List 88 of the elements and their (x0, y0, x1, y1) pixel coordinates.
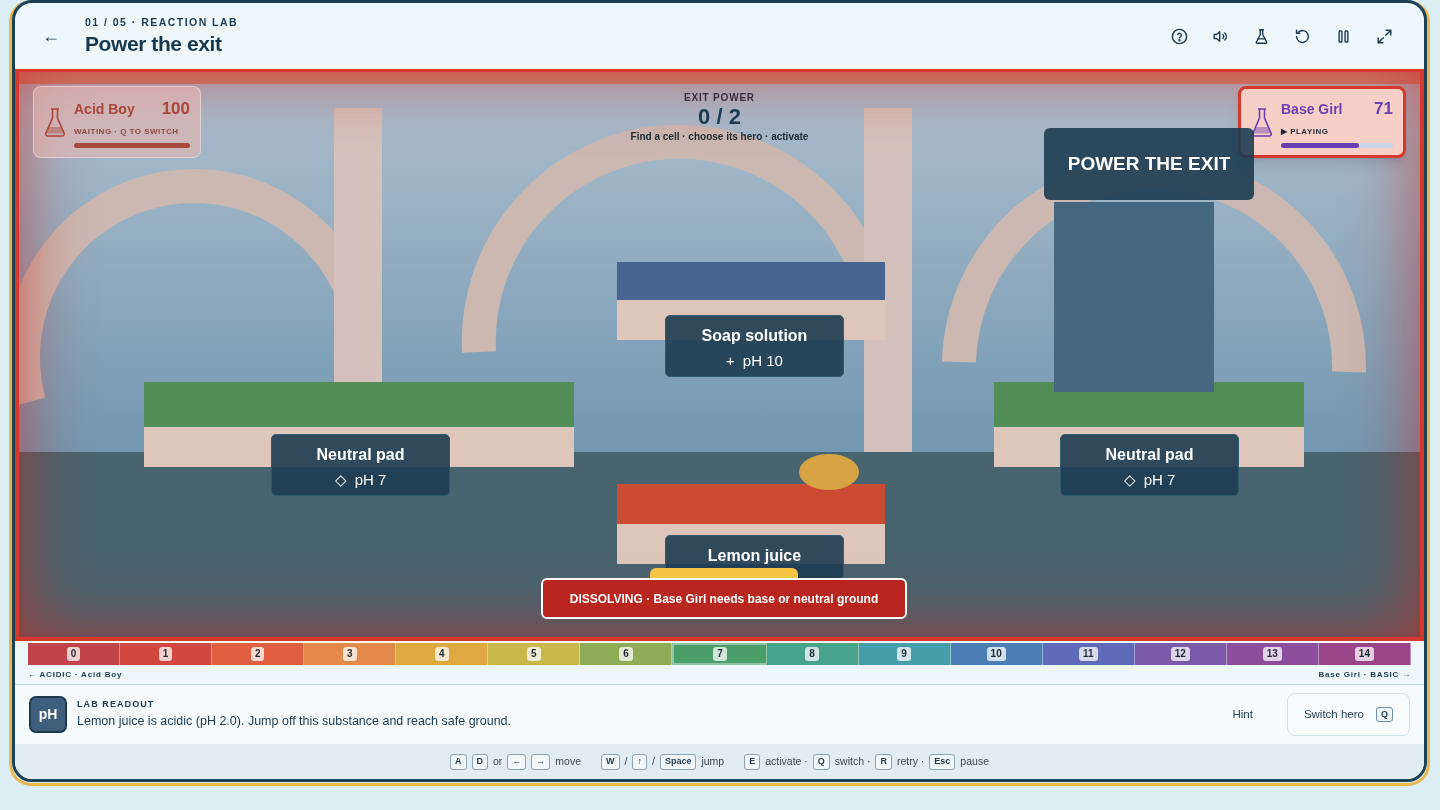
key-cap: E (744, 753, 761, 770)
ph-symbol: + (726, 351, 735, 371)
hero-card[interactable]: Base Girl 71 ▶ PLAYING (1238, 86, 1406, 158)
key-hint: or (493, 753, 503, 769)
ph-number: 7 (713, 647, 727, 661)
ph-cell[interactable]: 0 (28, 643, 121, 665)
objective-hint: Find a cell · choose its hero · activate (630, 130, 809, 144)
key-hint: jump (701, 753, 725, 769)
expand-icon (1374, 26, 1394, 46)
ph-number: 14 (1354, 647, 1374, 661)
readout-title: LAB READOUT (77, 698, 156, 712)
platform-name: Neutral pad (1105, 445, 1194, 465)
key-hint: pause (960, 753, 989, 769)
ph-symbol: ◇ (1123, 470, 1136, 490)
ph-number: 1 (158, 647, 173, 661)
hero-card[interactable]: Acid Boy 100 WAITING · Q TO SWITCH (33, 86, 201, 158)
ph-number: 12 (1170, 647, 1190, 661)
key-cap: A (450, 753, 467, 770)
ph-symbol: ◇ (334, 470, 347, 490)
scale-label: Base Girl · BASIC → (1318, 668, 1411, 681)
key-cap: Esc (929, 753, 956, 770)
key-cap: Space (659, 753, 697, 770)
switch-hero-button[interactable]: Switch hero Q (1286, 693, 1410, 736)
ph-number: 4 (435, 647, 449, 661)
hero-status: ▶ PLAYING (1281, 125, 1330, 138)
alert-banner: DISSOLVING · Base Girl needs base or neutral ground (541, 578, 907, 619)
hero-name: Base Girl (1281, 100, 1343, 120)
ph-cell[interactable]: 8 (766, 643, 859, 665)
hero-score: 71 (1374, 98, 1393, 121)
platform-name: Soap solution (701, 326, 808, 346)
readout-text: Lemon juice is acidic (pH 2.0). Jump off this substance and reach safe ground. (77, 712, 512, 730)
key-cap: Q (812, 753, 830, 770)
ph-cell[interactable]: 10 (950, 643, 1043, 665)
ph-number: 13 (1262, 647, 1282, 661)
ph-cell[interactable]: 14 (1318, 643, 1411, 665)
ph-cell[interactable]: 3 (304, 643, 397, 665)
platform-name: Lemon juice (707, 546, 802, 566)
ph-value: pH 7 (354, 470, 387, 490)
ph-number: 5 (527, 647, 541, 661)
exit-power-label: EXIT POWER (684, 91, 755, 105)
key-cap: → (531, 753, 551, 770)
key-hint: switch · (834, 753, 871, 769)
hero-score: 100 (161, 98, 190, 121)
ph-cell[interactable]: 1 (120, 643, 213, 665)
key-cap: ↑ (632, 753, 647, 770)
platform-name: Neutral pad (316, 445, 405, 465)
ph-number: 6 (619, 647, 633, 661)
key-cap: R (875, 753, 892, 770)
ph-number: 8 (805, 647, 819, 661)
key-hint: / (624, 753, 628, 769)
ph-cell[interactable]: 6 (580, 643, 673, 665)
key-hint: / (651, 753, 655, 769)
ph-number: 0 (66, 647, 81, 661)
ph-cell[interactable]: 12 (1134, 643, 1227, 665)
ph-value: pH 7 (1143, 470, 1176, 490)
key-cap: ← (507, 753, 527, 770)
ph-value: pH 10 (742, 351, 783, 371)
key-cap: D (471, 753, 488, 770)
ph-cell[interactable]: 9 (858, 643, 951, 665)
key-hint: activate · (765, 753, 808, 769)
ph-badge: pH (29, 696, 67, 733)
breadcrumb: 01 / 05 · REACTION LAB (85, 15, 239, 31)
ph-cell[interactable]: 4 (396, 643, 489, 665)
page-title: Power the exit (85, 30, 223, 57)
ph-cell[interactable]: 2 (212, 643, 305, 665)
ph-cell[interactable]: 11 (1042, 643, 1135, 665)
ph-number: 11 (1078, 647, 1098, 661)
ph-cell[interactable]: 5 (488, 643, 581, 665)
key-cap: W (601, 753, 620, 770)
key-hint: move (555, 753, 582, 769)
exit-power-count: 0 / 2 (698, 105, 741, 129)
flask-icon (1251, 107, 1273, 137)
hero-name: Acid Boy (74, 100, 135, 120)
hero-status: WAITING · Q TO SWITCH (74, 125, 180, 138)
ph-cell[interactable]: 7 (672, 643, 767, 665)
flask-icon (44, 107, 66, 137)
ph-number: 10 (986, 647, 1006, 661)
ph-number: 9 (897, 647, 911, 661)
exit-sign: POWER THE EXIT (1044, 128, 1254, 200)
back-button[interactable]: ← (39, 24, 63, 48)
ph-cell[interactable]: 13 (1226, 643, 1319, 665)
key-cap: Q (1376, 706, 1393, 723)
ph-number: 2 (250, 647, 265, 661)
key-hint: retry · (896, 753, 925, 769)
help-icon (1169, 26, 1189, 46)
ph-number: 3 (342, 647, 357, 661)
hint-button[interactable]: Hint (1224, 701, 1261, 728)
scale-label: ← ACIDIC · Acid Boy (28, 668, 123, 681)
